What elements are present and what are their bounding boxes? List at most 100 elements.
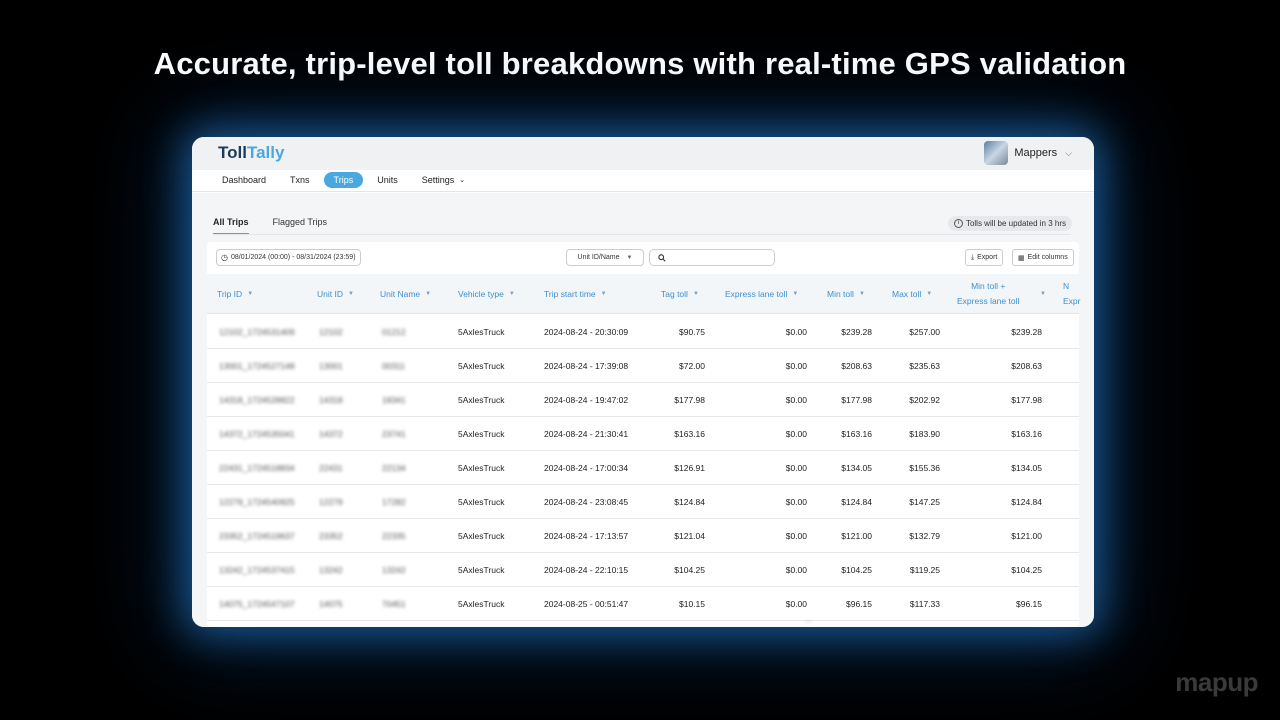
col-trip-id[interactable]: Trip ID ▼ bbox=[217, 274, 253, 314]
caret-down-icon: ▼ bbox=[626, 254, 633, 261]
cell-max-toll: $202.92 bbox=[909, 394, 940, 405]
edit-columns-label: Edit columns bbox=[1027, 254, 1068, 261]
col-label: Express lane toll bbox=[957, 296, 1020, 306]
top-bar: TollTally Mappers ⌵ bbox=[192, 137, 1094, 170]
col-partial[interactable]: N Expr bbox=[1063, 274, 1080, 314]
cell-max-toll: $235.63 bbox=[909, 360, 940, 371]
cell-unit-name: 22335 bbox=[382, 530, 406, 541]
cell-tag-toll: $104.25 bbox=[674, 564, 705, 575]
cell-max-toll: $147.25 bbox=[909, 496, 940, 507]
cell-express-lane-toll: $0.00 bbox=[785, 428, 807, 439]
cell-trip-id: 23352_1724519637 bbox=[219, 530, 295, 541]
col-tag-toll[interactable]: Tag toll ▼ bbox=[661, 274, 699, 314]
cell-min-plus-express: $163.16 bbox=[1011, 428, 1042, 439]
cell-min-plus-express: $177.98 bbox=[1011, 394, 1042, 405]
table-header: Trip ID ▼ Unit ID ▼ Unit Name ▼ Vehicle typ… bbox=[207, 274, 1080, 314]
col-unit-name[interactable]: Unit Name ▼ bbox=[380, 274, 431, 314]
cell-trip-start-time: 2024-08-24 - 23:08:45 bbox=[544, 496, 629, 507]
nav-label: Trips bbox=[333, 175, 354, 185]
table-row[interactable]: 12102_1724531409 12102 01212 5AxlesTruck 202… bbox=[207, 315, 1079, 349]
logo-part1: Toll bbox=[218, 143, 247, 162]
col-express-lane-toll[interactable]: Express lane toll ▼ bbox=[725, 274, 798, 314]
table-row[interactable]: 14318_1724528822 14318 18341 5AxlesTruck 202… bbox=[207, 383, 1079, 417]
account-menu[interactable]: Mappers ⌵ bbox=[984, 141, 1072, 165]
cell-max-toll: $155.36 bbox=[909, 462, 940, 473]
cell-express-lane-toll: $0.00 bbox=[785, 394, 807, 405]
cell-trip-start-time: 2024-08-24 - 19:47:02 bbox=[544, 394, 629, 405]
nav-dashboard[interactable]: Dashboard bbox=[212, 172, 276, 188]
cell-trip-id: 12102_1724531409 bbox=[219, 326, 295, 337]
col-label: Max toll bbox=[892, 289, 922, 299]
tab-all-trips[interactable]: All Trips bbox=[213, 217, 249, 235]
cell-unit-name: 23741 bbox=[382, 428, 406, 439]
sort-icon: ▼ bbox=[425, 291, 432, 297]
nav-settings[interactable]: Settings ⌄ bbox=[412, 172, 475, 188]
app-logo[interactable]: TollTally bbox=[218, 143, 284, 163]
col-vehicle-type[interactable]: Vehicle type ▼ bbox=[458, 274, 515, 314]
cell-trip-id: 14318_1724528822 bbox=[219, 394, 295, 405]
cell-min-plus-express: $134.05 bbox=[1011, 462, 1042, 473]
cell-tag-toll: $90.75 bbox=[679, 326, 705, 337]
col-min-toll[interactable]: Min toll ▼ bbox=[827, 274, 865, 314]
export-label: Export bbox=[977, 254, 998, 261]
cell-express-lane-toll: $0.00 bbox=[785, 530, 807, 541]
cell-min-toll: $163.16 bbox=[841, 428, 872, 439]
table-row[interactable]: 23352_1724519637 23352 22335 5AxlesTruck 202… bbox=[207, 519, 1079, 553]
col-label: N bbox=[1063, 281, 1070, 291]
table-row[interactable]: 14372_1724535041 14372 23741 5AxlesTruck 202… bbox=[207, 417, 1079, 451]
export-button[interactable]: ⤓ Export bbox=[965, 249, 1004, 266]
brand-logo: mapup bbox=[1175, 667, 1258, 697]
cell-express-lane-toll: $0.00 bbox=[785, 360, 807, 371]
cell-trip-id: 22431_1724518834 bbox=[219, 462, 295, 473]
col-label: Min toll + bbox=[971, 281, 1006, 291]
edit-columns-button[interactable]: ▦ Edit columns bbox=[1012, 249, 1074, 266]
cell-min-plus-express: $121.00 bbox=[1011, 530, 1042, 541]
cell-min-toll: $239.28 bbox=[841, 326, 872, 337]
table-row[interactable]: 13001_1724527148 13001 00311 5AxlesTruck 202… bbox=[207, 349, 1079, 383]
cell-express-lane-toll: $0.00 bbox=[785, 564, 807, 575]
table-row[interactable]: 12279_1724540925 12279 17282 5AxlesTruck 202… bbox=[207, 485, 1079, 519]
cell-unit-id: 13001 bbox=[319, 360, 343, 371]
unit-select-value: Unit ID/Name bbox=[577, 254, 620, 261]
date-range-picker[interactable]: ◷ 08/01/2024 (00:00) - 08/31/2024 (23:59… bbox=[216, 249, 361, 266]
sort-icon: ▼ bbox=[347, 291, 354, 297]
col-sort-min-plus-express[interactable]: ▼ bbox=[1035, 274, 1046, 314]
unit-select[interactable]: Unit ID/Name ▼ bbox=[566, 249, 644, 266]
nav-txns[interactable]: Txns bbox=[280, 172, 320, 188]
table-row[interactable]: 13242_1724537415 13242 13242 5AxlesTruck 202… bbox=[207, 553, 1079, 587]
table-row[interactable]: 22431_1724518834 22431 22134 5AxlesTruck 202… bbox=[207, 451, 1079, 485]
col-label: Unit Name bbox=[380, 289, 421, 299]
cell-trip-start-time: 2024-08-24 - 17:13:57 bbox=[544, 530, 629, 541]
headline: Accurate, trip-level toll breakdowns wit… bbox=[153, 46, 1127, 81]
subtabs: All Trips Flagged Trips bbox=[213, 217, 351, 235]
tab-flagged-trips[interactable]: Flagged Trips bbox=[273, 217, 328, 235]
cell-trip-id: 14372_1724535041 bbox=[219, 428, 295, 439]
search-input[interactable] bbox=[649, 249, 775, 266]
cell-vehicle-type: 5AxlesTruck bbox=[458, 360, 505, 371]
cell-trip-start-time: 2024-08-24 - 17:39:08 bbox=[544, 360, 629, 371]
col-unit-id[interactable]: Unit ID ▼ bbox=[317, 274, 354, 314]
cell-tag-toll: $72.00 bbox=[679, 360, 705, 371]
cell-min-toll: $121.00 bbox=[841, 530, 872, 541]
nav-label: Txns bbox=[290, 175, 310, 185]
cell-vehicle-type: 5AxlesTruck bbox=[458, 462, 505, 473]
col-min-plus-express[interactable]: Min toll + Express lane toll bbox=[957, 274, 1019, 314]
cell-tag-toll: $126.91 bbox=[674, 462, 705, 473]
col-label: Min toll bbox=[827, 289, 854, 299]
clock-icon: ◷ bbox=[221, 253, 228, 262]
cell-max-toll: $119.25 bbox=[909, 564, 940, 575]
col-max-toll[interactable]: Max toll ▼ bbox=[892, 274, 932, 314]
col-label: Trip ID bbox=[217, 289, 243, 299]
cell-unit-name: 17282 bbox=[382, 496, 406, 507]
cell-min-toll: $104.25 bbox=[841, 564, 872, 575]
nav-trips[interactable]: Trips bbox=[323, 172, 364, 188]
cell-min-plus-express: $208.63 bbox=[1011, 360, 1042, 371]
cell-max-toll: $132.79 bbox=[909, 530, 940, 541]
sort-icon: ▼ bbox=[692, 291, 699, 297]
cell-trip-id: 12279_1724540925 bbox=[219, 496, 295, 507]
cell-unit-name: 01212 bbox=[382, 326, 406, 337]
nav-units[interactable]: Units bbox=[367, 172, 408, 188]
cell-express-lane-toll: $0.00 bbox=[785, 326, 807, 337]
col-trip-start-time[interactable]: Trip start time ▼ bbox=[544, 274, 607, 314]
cell-tag-toll: $121.04 bbox=[674, 530, 705, 541]
